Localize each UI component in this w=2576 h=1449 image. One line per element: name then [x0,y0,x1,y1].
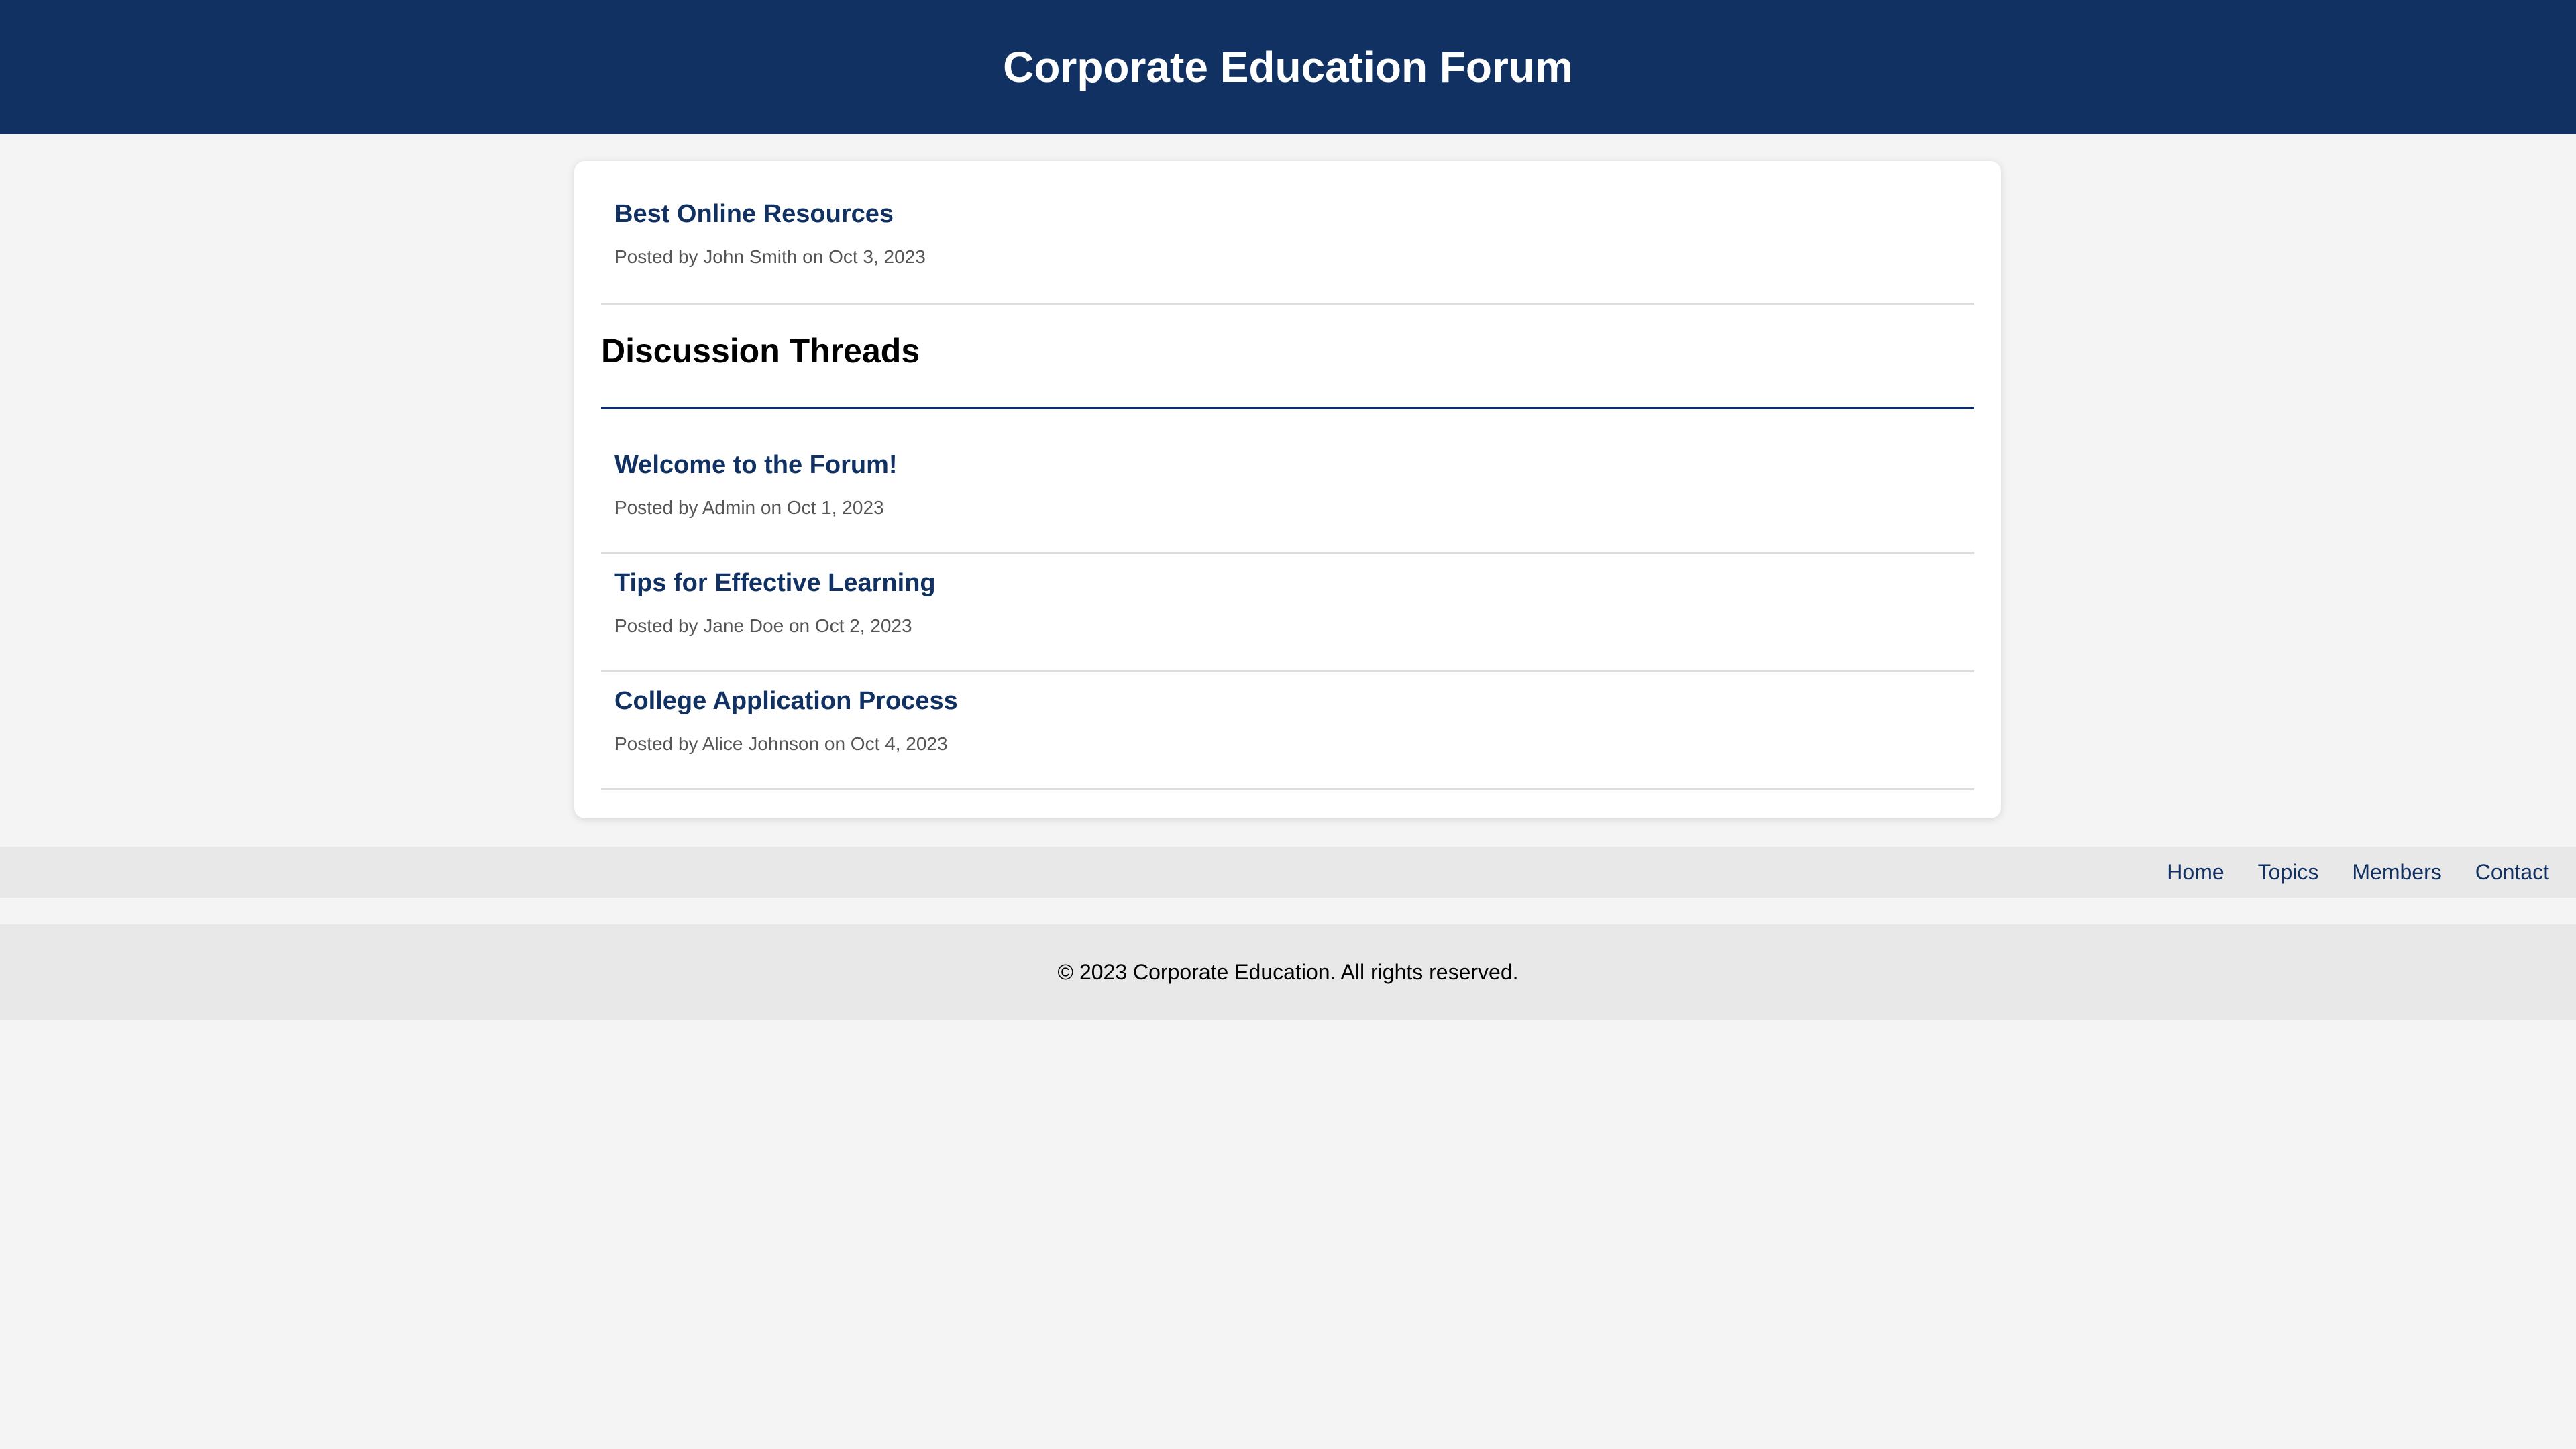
nav-bar: Home Topics Members Contact [0,847,2576,898]
nav-link-members[interactable]: Members [2352,860,2441,885]
footer-copyright: © 2023 Corporate Education. All rights r… [1057,959,1519,984]
thread-meta: Posted by Jane Doe on Oct 2, 2023 [614,615,912,636]
nav-link-home[interactable]: Home [2167,860,2224,885]
site-title: Corporate Education Forum [1003,43,1573,91]
site-header: Corporate Education Forum [0,0,2576,134]
nav-link-topics[interactable]: Topics [2258,860,2319,885]
featured-post-title[interactable]: Best Online Resources [614,200,1974,229]
featured-post-meta: Posted by John Smith on Oct 3, 2023 [614,246,926,267]
main-card: Best Online Resources Posted by John Smi… [574,161,2001,818]
thread-meta: Posted by Admin on Oct 1, 2023 [614,497,884,518]
thread-title[interactable]: Tips for Effective Learning [614,569,1974,598]
thread-item: Welcome to the Forum! Posted by Admin on… [601,409,1974,554]
thread-item: College Application Process Posted by Al… [601,672,1974,790]
nav-link-contact[interactable]: Contact [2475,860,2549,885]
thread-list: Welcome to the Forum! Posted by Admin on… [601,409,1974,790]
thread-title[interactable]: Welcome to the Forum! [614,451,1974,480]
thread-item: Tips for Effective Learning Posted by Ja… [601,554,1974,672]
featured-post: Best Online Resources Posted by John Smi… [601,161,1974,305]
site-footer: © 2023 Corporate Education. All rights r… [0,924,2576,1020]
thread-title[interactable]: College Application Process [614,687,1974,716]
section-heading: Discussion Threads [601,305,1974,409]
thread-meta: Posted by Alice Johnson on Oct 4, 2023 [614,733,948,754]
